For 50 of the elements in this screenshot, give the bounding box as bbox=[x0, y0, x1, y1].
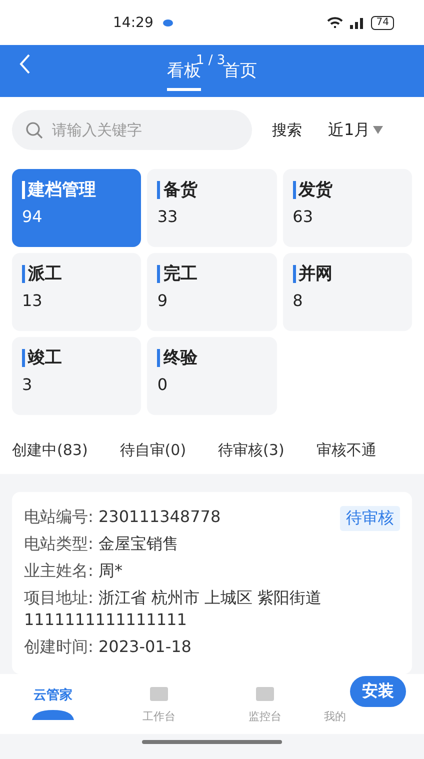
battery-icon: 74 bbox=[371, 16, 394, 30]
record-field: 电站编号: 230111348778 bbox=[24, 506, 221, 528]
stat-label: 并网 bbox=[292, 265, 402, 283]
record-field: 创建时间: 2023-01-18 bbox=[24, 636, 400, 658]
stat-card[interactable]: 完工 9 bbox=[147, 253, 277, 331]
search-button[interactable]: 搜索 bbox=[266, 120, 308, 140]
record-field: 电站类型: 金屋宝销售 bbox=[24, 533, 400, 555]
signal-icon bbox=[349, 16, 366, 28]
stat-label: 建档管理 bbox=[22, 181, 132, 199]
install-button[interactable]: 安装 bbox=[350, 676, 406, 707]
record-card[interactable]: 电站编号: 230111348778 待审核 电站类型: 金屋宝销售 业主姓名: 周* 项目地址: 浙江省 杭州市 上城区 紫阳街道 1111111111111111 创建时间: 2023-01-18 bbox=[12, 492, 412, 674]
wifi-icon bbox=[327, 16, 344, 28]
search-icon bbox=[25, 121, 43, 139]
record-field: 业主姓名: 周* bbox=[24, 560, 400, 582]
stat-count: 8 bbox=[292, 291, 304, 310]
status-tab[interactable]: 审核不通 bbox=[316, 441, 376, 460]
header-tab[interactable]: 首页 bbox=[223, 51, 257, 91]
app-icon bbox=[163, 18, 174, 26]
stat-card[interactable]: 竣工 3 bbox=[12, 337, 142, 415]
cloud-icon bbox=[30, 708, 76, 722]
stat-card[interactable]: 建档管理 94 bbox=[12, 169, 142, 247]
status-tab[interactable]: 创建中(83) bbox=[12, 441, 88, 460]
stat-label: 终验 bbox=[157, 349, 267, 367]
stat-count: 63 bbox=[292, 207, 314, 226]
stat-card[interactable]: 并网 8 bbox=[282, 253, 412, 331]
stat-card[interactable]: 派工 13 bbox=[12, 253, 142, 331]
record-field: 项目地址: 浙江省 杭州市 上城区 紫阳街道 1111111111111111 bbox=[24, 587, 400, 631]
stat-count: 33 bbox=[157, 207, 179, 226]
back-icon[interactable] bbox=[18, 53, 32, 75]
stat-label: 备货 bbox=[157, 181, 267, 199]
status-badge: 待审核 bbox=[340, 506, 400, 531]
stat-label: 派工 bbox=[22, 265, 132, 283]
stat-card[interactable]: 备货 33 bbox=[147, 169, 277, 247]
stat-label: 竣工 bbox=[22, 349, 132, 367]
status-tab[interactable]: 待审核(3) bbox=[218, 441, 284, 460]
stat-count: 3 bbox=[22, 375, 34, 394]
stat-card[interactable]: 终验 0 bbox=[147, 337, 277, 415]
stat-label: 发货 bbox=[292, 181, 402, 199]
stat-label: 完工 bbox=[157, 265, 267, 283]
status-time: 14:29 bbox=[113, 14, 154, 30]
stat-count: 0 bbox=[157, 375, 169, 394]
status-tab[interactable]: 待自审(0) bbox=[120, 441, 186, 460]
nav-item[interactable]: 云管家 bbox=[0, 685, 106, 723]
stat-count: 9 bbox=[157, 291, 169, 310]
caret-icon bbox=[373, 126, 384, 134]
period-dropdown[interactable]: 近1月 bbox=[322, 118, 390, 142]
stat-count: 13 bbox=[22, 291, 44, 310]
search-field[interactable]: 请输入关键字 bbox=[12, 110, 252, 150]
stat-card[interactable]: 发货 63 bbox=[282, 169, 412, 247]
stat-count: 94 bbox=[22, 207, 44, 226]
